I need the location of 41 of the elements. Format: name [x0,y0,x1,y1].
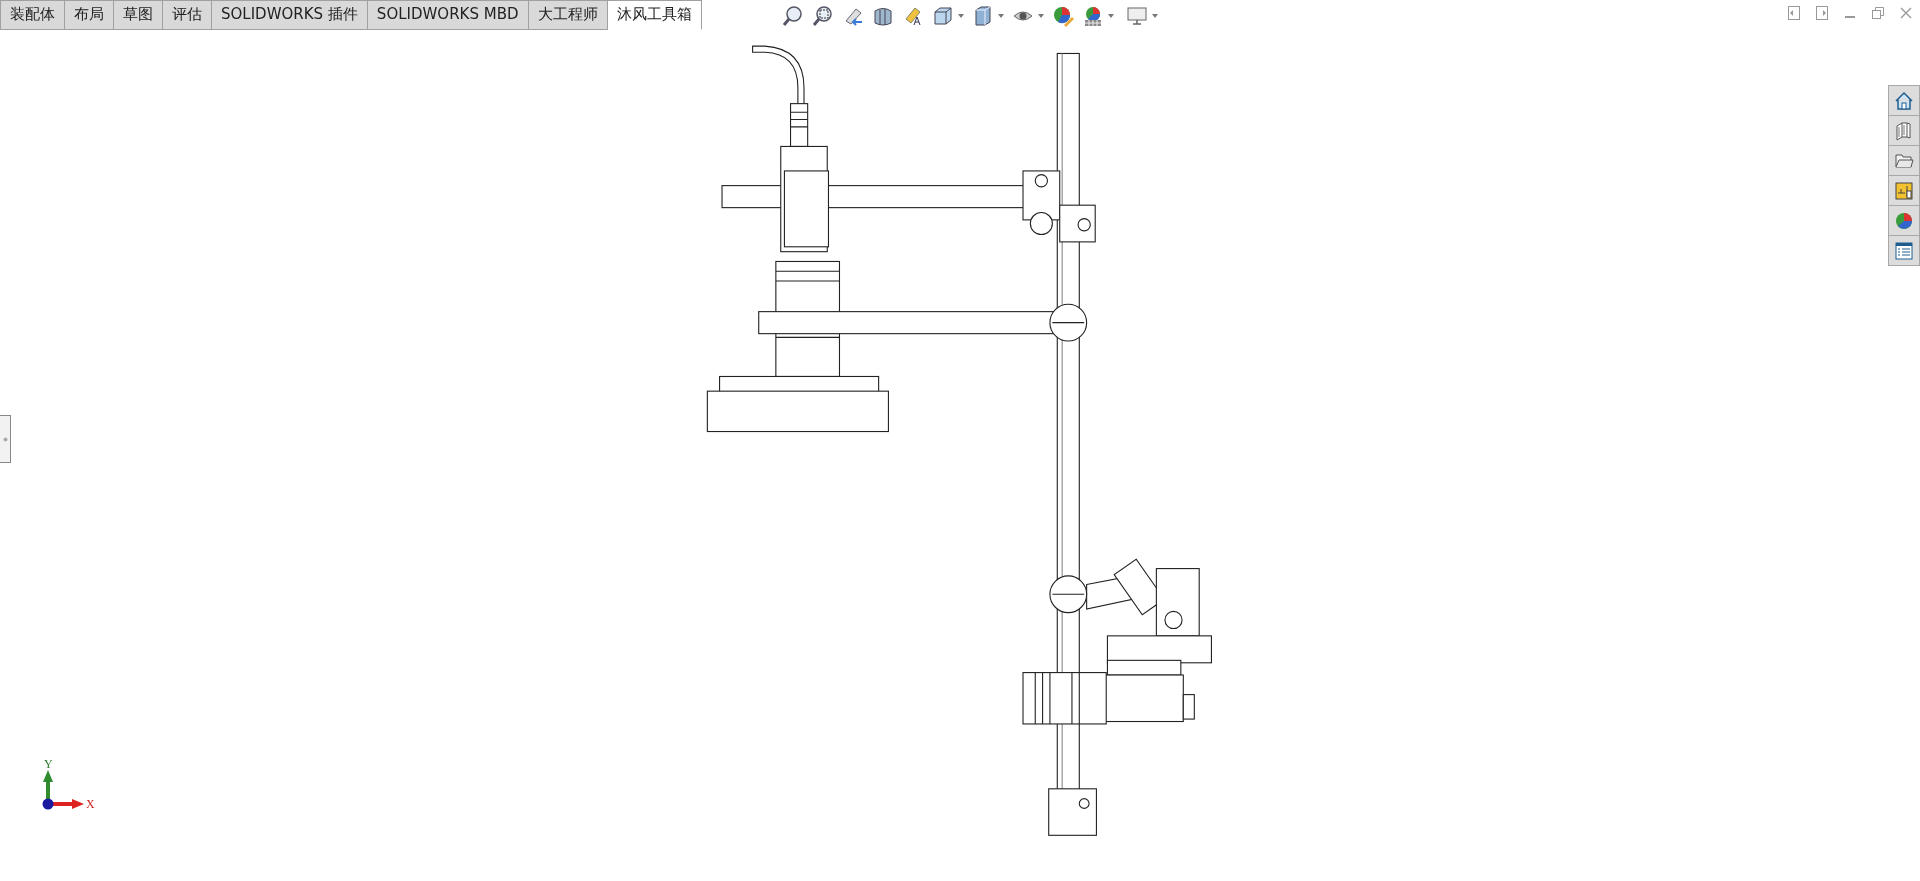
folder-button[interactable] [1888,146,1920,176]
ribbon-tab[interactable]: 沐风工具箱 [607,0,702,30]
x-axis-arrow-icon [50,798,84,810]
dock-left-icon[interactable] [1788,6,1800,20]
list-icon[interactable] [1894,240,1914,261]
caret-icon[interactable] [958,14,964,18]
ribbon-tab[interactable]: SOLIDWORKS MBD [367,0,529,30]
view-palette-button[interactable] [1888,176,1920,206]
panel-handle[interactable] [0,415,11,463]
custom-properties-button[interactable] [1888,236,1920,266]
zoom-to-fit-icon[interactable] [782,5,804,27]
caret-icon[interactable] [1152,14,1158,18]
section-view-icon[interactable] [872,5,894,27]
palette-icon[interactable] [1894,180,1914,201]
monitor-icon[interactable] [1126,5,1148,27]
ribbon-tab[interactable]: SOLIDWORKS 插件 [212,0,368,30]
ribbon-tab[interactable]: 评估 [163,0,212,30]
books-icon[interactable] [1894,120,1914,141]
view-orientation-icon[interactable] [932,5,954,27]
x-axis-label: X [86,798,95,810]
edit-appearance-icon[interactable] [1052,5,1074,27]
ribbon-tab[interactable]: 装配体 [0,0,65,30]
caret-icon[interactable] [998,14,1004,18]
appearances-button[interactable] [1888,206,1920,236]
color-ball-icon[interactable] [1894,210,1914,231]
scene-icon[interactable] [1082,5,1104,27]
caret-icon[interactable] [1038,14,1044,18]
dock-right-icon[interactable] [1816,6,1828,20]
home-button[interactable] [1888,86,1920,116]
display-style-icon[interactable] [972,5,994,27]
home-icon[interactable] [1894,90,1914,111]
caret-icon[interactable] [1108,14,1114,18]
ribbon-tab[interactable]: 大工程师 [528,0,608,30]
origin-dot-icon [42,798,54,810]
ribbon-tab[interactable]: 草图 [114,0,163,30]
zoom-area-icon[interactable] [812,5,834,27]
close-icon[interactable] [1900,7,1912,19]
ribbon-tab[interactable]: 布局 [65,0,114,30]
design-library-button[interactable] [1888,116,1920,146]
restore-icon[interactable] [1872,7,1884,19]
y-axis-label: Y [44,758,53,770]
